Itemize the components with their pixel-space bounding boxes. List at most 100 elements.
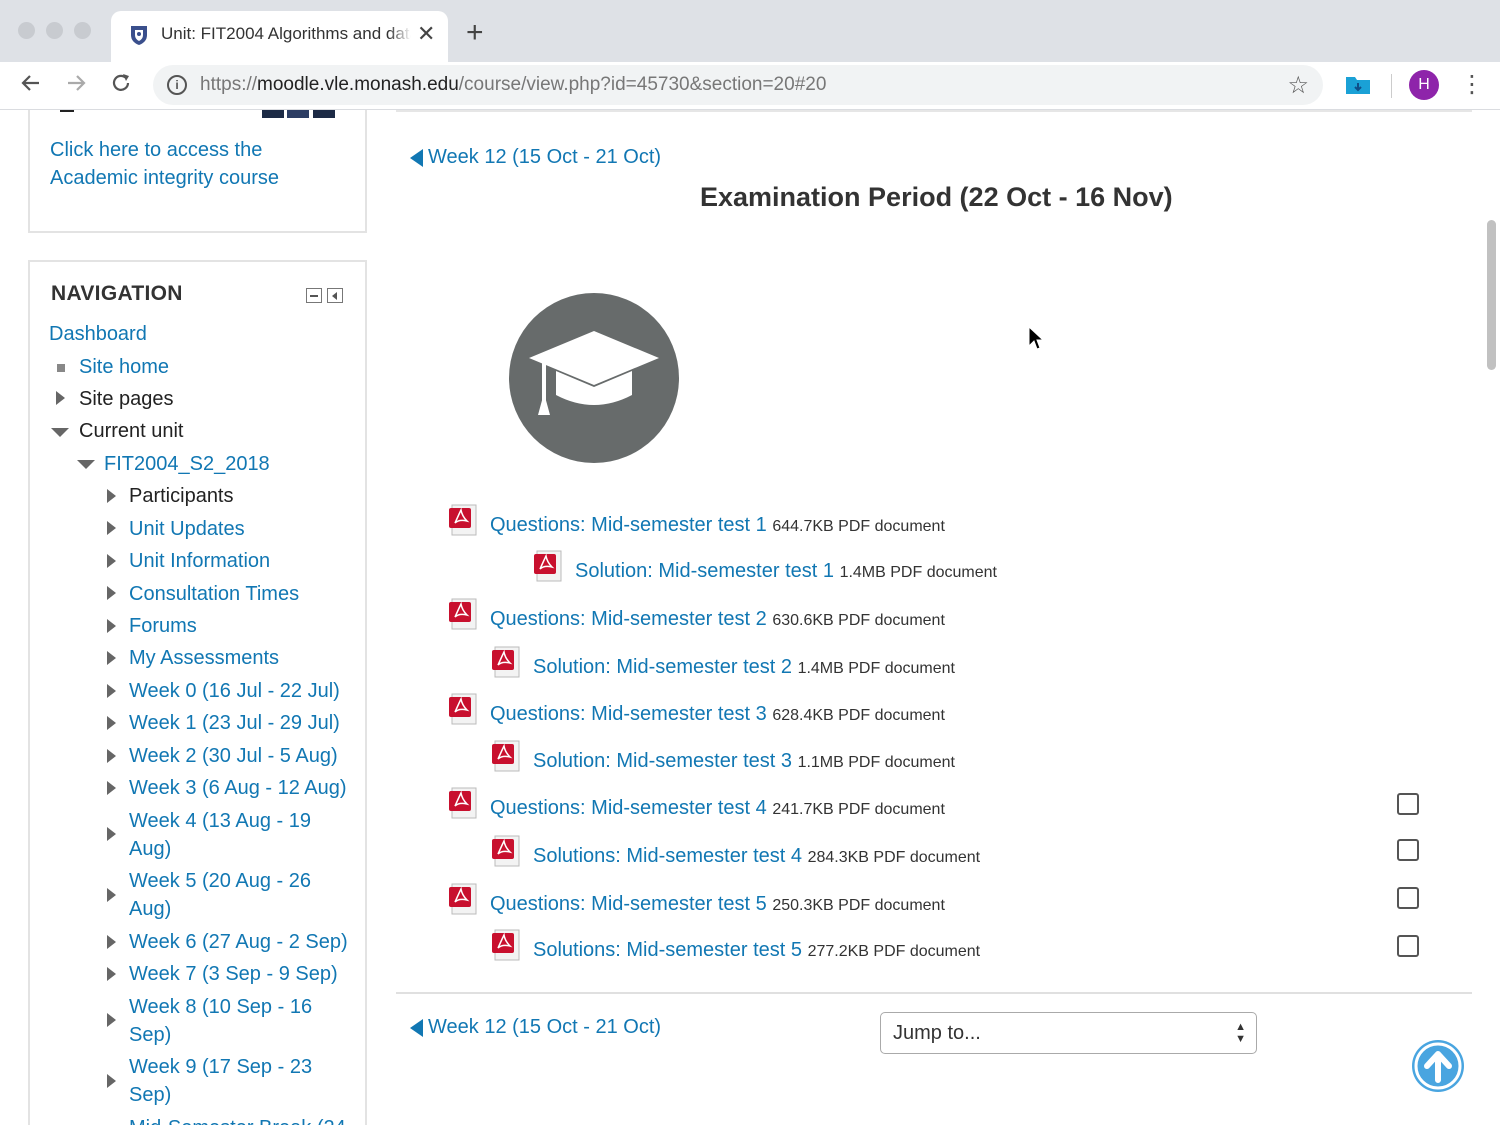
expand-arrow-icon[interactable] bbox=[107, 781, 116, 795]
resource-link[interactable]: Questions: Mid-semester test 3 628.4KB P… bbox=[490, 703, 945, 726]
expand-arrow-icon[interactable] bbox=[107, 619, 116, 633]
profile-avatar[interactable]: H bbox=[1409, 70, 1439, 100]
collapse-arrow-icon[interactable] bbox=[51, 428, 69, 437]
nav-week-7[interactable]: Week 7 (3 Sep - 9 Sep) bbox=[129, 960, 338, 988]
jump-to-label: Jump to... bbox=[893, 1022, 981, 1044]
expand-arrow-icon[interactable] bbox=[107, 554, 116, 568]
up-arrow-icon bbox=[1414, 1042, 1462, 1090]
resource-link[interactable]: Questions: Mid-semester test 4 241.7KB P… bbox=[490, 797, 945, 820]
left-arrow-icon bbox=[410, 1019, 423, 1037]
pdf-icon bbox=[449, 883, 477, 915]
expand-arrow-icon[interactable] bbox=[107, 489, 116, 503]
dock-block-icon[interactable] bbox=[327, 288, 343, 303]
pdf-icon bbox=[449, 693, 477, 725]
browser-toolbar: i https://moodle.vle.monash.edu/course/v… bbox=[0, 62, 1500, 110]
expand-arrow-icon[interactable] bbox=[107, 716, 116, 730]
nav-forums[interactable]: Forums bbox=[129, 612, 197, 640]
expand-arrow-icon[interactable] bbox=[107, 651, 116, 665]
expand-arrow-icon[interactable] bbox=[107, 684, 116, 698]
collapse-arrow-icon[interactable] bbox=[77, 460, 95, 469]
nav-week-5[interactable]: Week 5 (20 Aug - 26 Aug) bbox=[129, 867, 329, 923]
resource-link[interactable]: Solution: Mid-semester test 3 1.1MB PDF … bbox=[533, 750, 955, 773]
nav-week-0[interactable]: Week 0 (16 Jul - 22 Jul) bbox=[129, 677, 340, 705]
nav-my-assessments[interactable]: My Assessments bbox=[129, 644, 279, 672]
bullet-icon bbox=[57, 364, 65, 372]
address-bar[interactable]: i https://moodle.vle.monash.edu/course/v… bbox=[153, 65, 1323, 105]
bookmark-star-icon[interactable]: ☆ bbox=[1287, 71, 1309, 100]
nav-week-8[interactable]: Week 8 (10 Sep - 16 Sep) bbox=[129, 993, 329, 1049]
resource-link[interactable]: Questions: Mid-semester test 2 630.6KB P… bbox=[490, 608, 945, 631]
resource-link[interactable]: Questions: Mid-semester test 5 250.3KB P… bbox=[490, 893, 945, 916]
nav-week-1[interactable]: Week 1 (23 Jul - 29 Jul) bbox=[129, 709, 340, 737]
nav-unit-information[interactable]: Unit Information bbox=[129, 547, 270, 575]
window-zoom-button[interactable] bbox=[74, 22, 91, 39]
nav-week-4[interactable]: Week 4 (13 Aug - 19 Aug) bbox=[129, 807, 329, 863]
expand-arrow-icon[interactable] bbox=[107, 888, 116, 902]
resource-link[interactable]: Solutions: Mid-semester test 4 284.3KB P… bbox=[533, 845, 980, 868]
expand-arrow-icon[interactable] bbox=[107, 749, 116, 763]
url-text: https://moodle.vle.monash.edu/course/vie… bbox=[200, 74, 827, 95]
nav-participants[interactable]: Participants bbox=[129, 482, 234, 510]
window-minimize-button[interactable] bbox=[46, 22, 63, 39]
section-divider bbox=[396, 110, 1472, 112]
nav-mid-semester-break[interactable]: Mid-Semester Break (24 bbox=[129, 1114, 346, 1125]
expand-arrow-icon[interactable] bbox=[107, 1013, 116, 1027]
expand-arrow-icon[interactable] bbox=[107, 935, 116, 949]
site-info-icon[interactable]: i bbox=[167, 75, 187, 95]
pdf-icon bbox=[449, 504, 477, 536]
resource-link[interactable]: Questions: Mid-semester test 1 644.7KB P… bbox=[490, 514, 945, 537]
reload-icon[interactable] bbox=[110, 72, 132, 100]
expand-arrow-icon[interactable] bbox=[107, 1074, 116, 1088]
pdf-icon bbox=[449, 787, 477, 819]
page-content: Click here to access the Academic integr… bbox=[0, 110, 1500, 1125]
tab-close-icon[interactable]: ✕ bbox=[417, 21, 435, 47]
expand-arrow-icon[interactable] bbox=[107, 967, 116, 981]
page-scrollbar[interactable] bbox=[1487, 220, 1496, 370]
select-arrows-icon: ▲ ▼ bbox=[1235, 1021, 1246, 1045]
active-tab[interactable]: Unit: FIT2004 Algorithms and data struct… bbox=[111, 11, 448, 62]
expand-arrow-icon[interactable] bbox=[107, 586, 116, 600]
resource-link[interactable]: Solutions: Mid-semester test 5 277.2KB P… bbox=[533, 939, 980, 962]
resource-link[interactable]: Solution: Mid-semester test 1 1.4MB PDF … bbox=[575, 560, 997, 583]
academic-integrity-block: Click here to access the Academic integr… bbox=[28, 110, 367, 233]
expand-arrow-icon[interactable] bbox=[107, 827, 116, 841]
download-folder-extension-icon[interactable] bbox=[1345, 73, 1371, 95]
nav-site-home[interactable]: Site home bbox=[79, 353, 169, 381]
completion-checkbox[interactable] bbox=[1397, 935, 1419, 957]
expand-arrow-icon[interactable] bbox=[56, 391, 65, 405]
nav-week-2[interactable]: Week 2 (30 Jul - 5 Aug) bbox=[129, 742, 338, 770]
academic-integrity-link[interactable]: Click here to access the Academic integr… bbox=[50, 136, 310, 192]
forward-arrow-icon[interactable] bbox=[65, 72, 87, 100]
browser-menu-icon[interactable]: ⋮ bbox=[1460, 70, 1484, 99]
nav-course-code[interactable]: FIT2004_S2_2018 bbox=[104, 450, 270, 478]
nav-current-unit[interactable]: Current unit bbox=[79, 417, 184, 445]
graduation-cap-image bbox=[509, 293, 679, 463]
nav-week-3[interactable]: Week 3 (6 Aug - 12 Aug) bbox=[129, 774, 347, 802]
pdf-icon bbox=[492, 929, 520, 961]
new-tab-icon[interactable]: + bbox=[466, 18, 484, 48]
pdf-icon bbox=[449, 598, 477, 630]
nav-week-6[interactable]: Week 6 (27 Aug - 2 Sep) bbox=[129, 928, 348, 956]
jump-to-select[interactable]: Jump to... ▲ ▼ bbox=[880, 1012, 1257, 1054]
navigation-title: NAVIGATION bbox=[51, 282, 183, 305]
nav-dashboard[interactable]: Dashboard bbox=[49, 320, 147, 348]
completion-checkbox[interactable] bbox=[1397, 793, 1419, 815]
resource-link[interactable]: Solution: Mid-semester test 2 1.4MB PDF … bbox=[533, 656, 955, 679]
section-divider bbox=[396, 992, 1472, 994]
nav-consultation-times[interactable]: Consultation Times bbox=[129, 580, 299, 608]
pdf-icon bbox=[492, 835, 520, 867]
nav-week-9[interactable]: Week 9 (17 Sep - 23 Sep) bbox=[129, 1053, 329, 1109]
completion-checkbox[interactable] bbox=[1397, 887, 1419, 909]
nav-unit-updates[interactable]: Unit Updates bbox=[129, 515, 245, 543]
browser-tab-bar: Unit: FIT2004 Algorithms and data struct… bbox=[0, 0, 1500, 62]
completion-checkbox[interactable] bbox=[1397, 839, 1419, 861]
expand-arrow-icon[interactable] bbox=[107, 521, 116, 535]
scroll-to-top-button[interactable] bbox=[1412, 1040, 1464, 1092]
graduation-cap-icon bbox=[529, 331, 659, 415]
collapse-block-icon[interactable] bbox=[306, 288, 322, 303]
monash-crest-icon bbox=[131, 26, 147, 45]
section-title: Examination Period (22 Oct - 16 Nov) bbox=[700, 182, 1173, 212]
nav-site-pages[interactable]: Site pages bbox=[79, 385, 174, 413]
back-arrow-icon[interactable] bbox=[20, 72, 42, 100]
window-close-button[interactable] bbox=[18, 22, 35, 39]
